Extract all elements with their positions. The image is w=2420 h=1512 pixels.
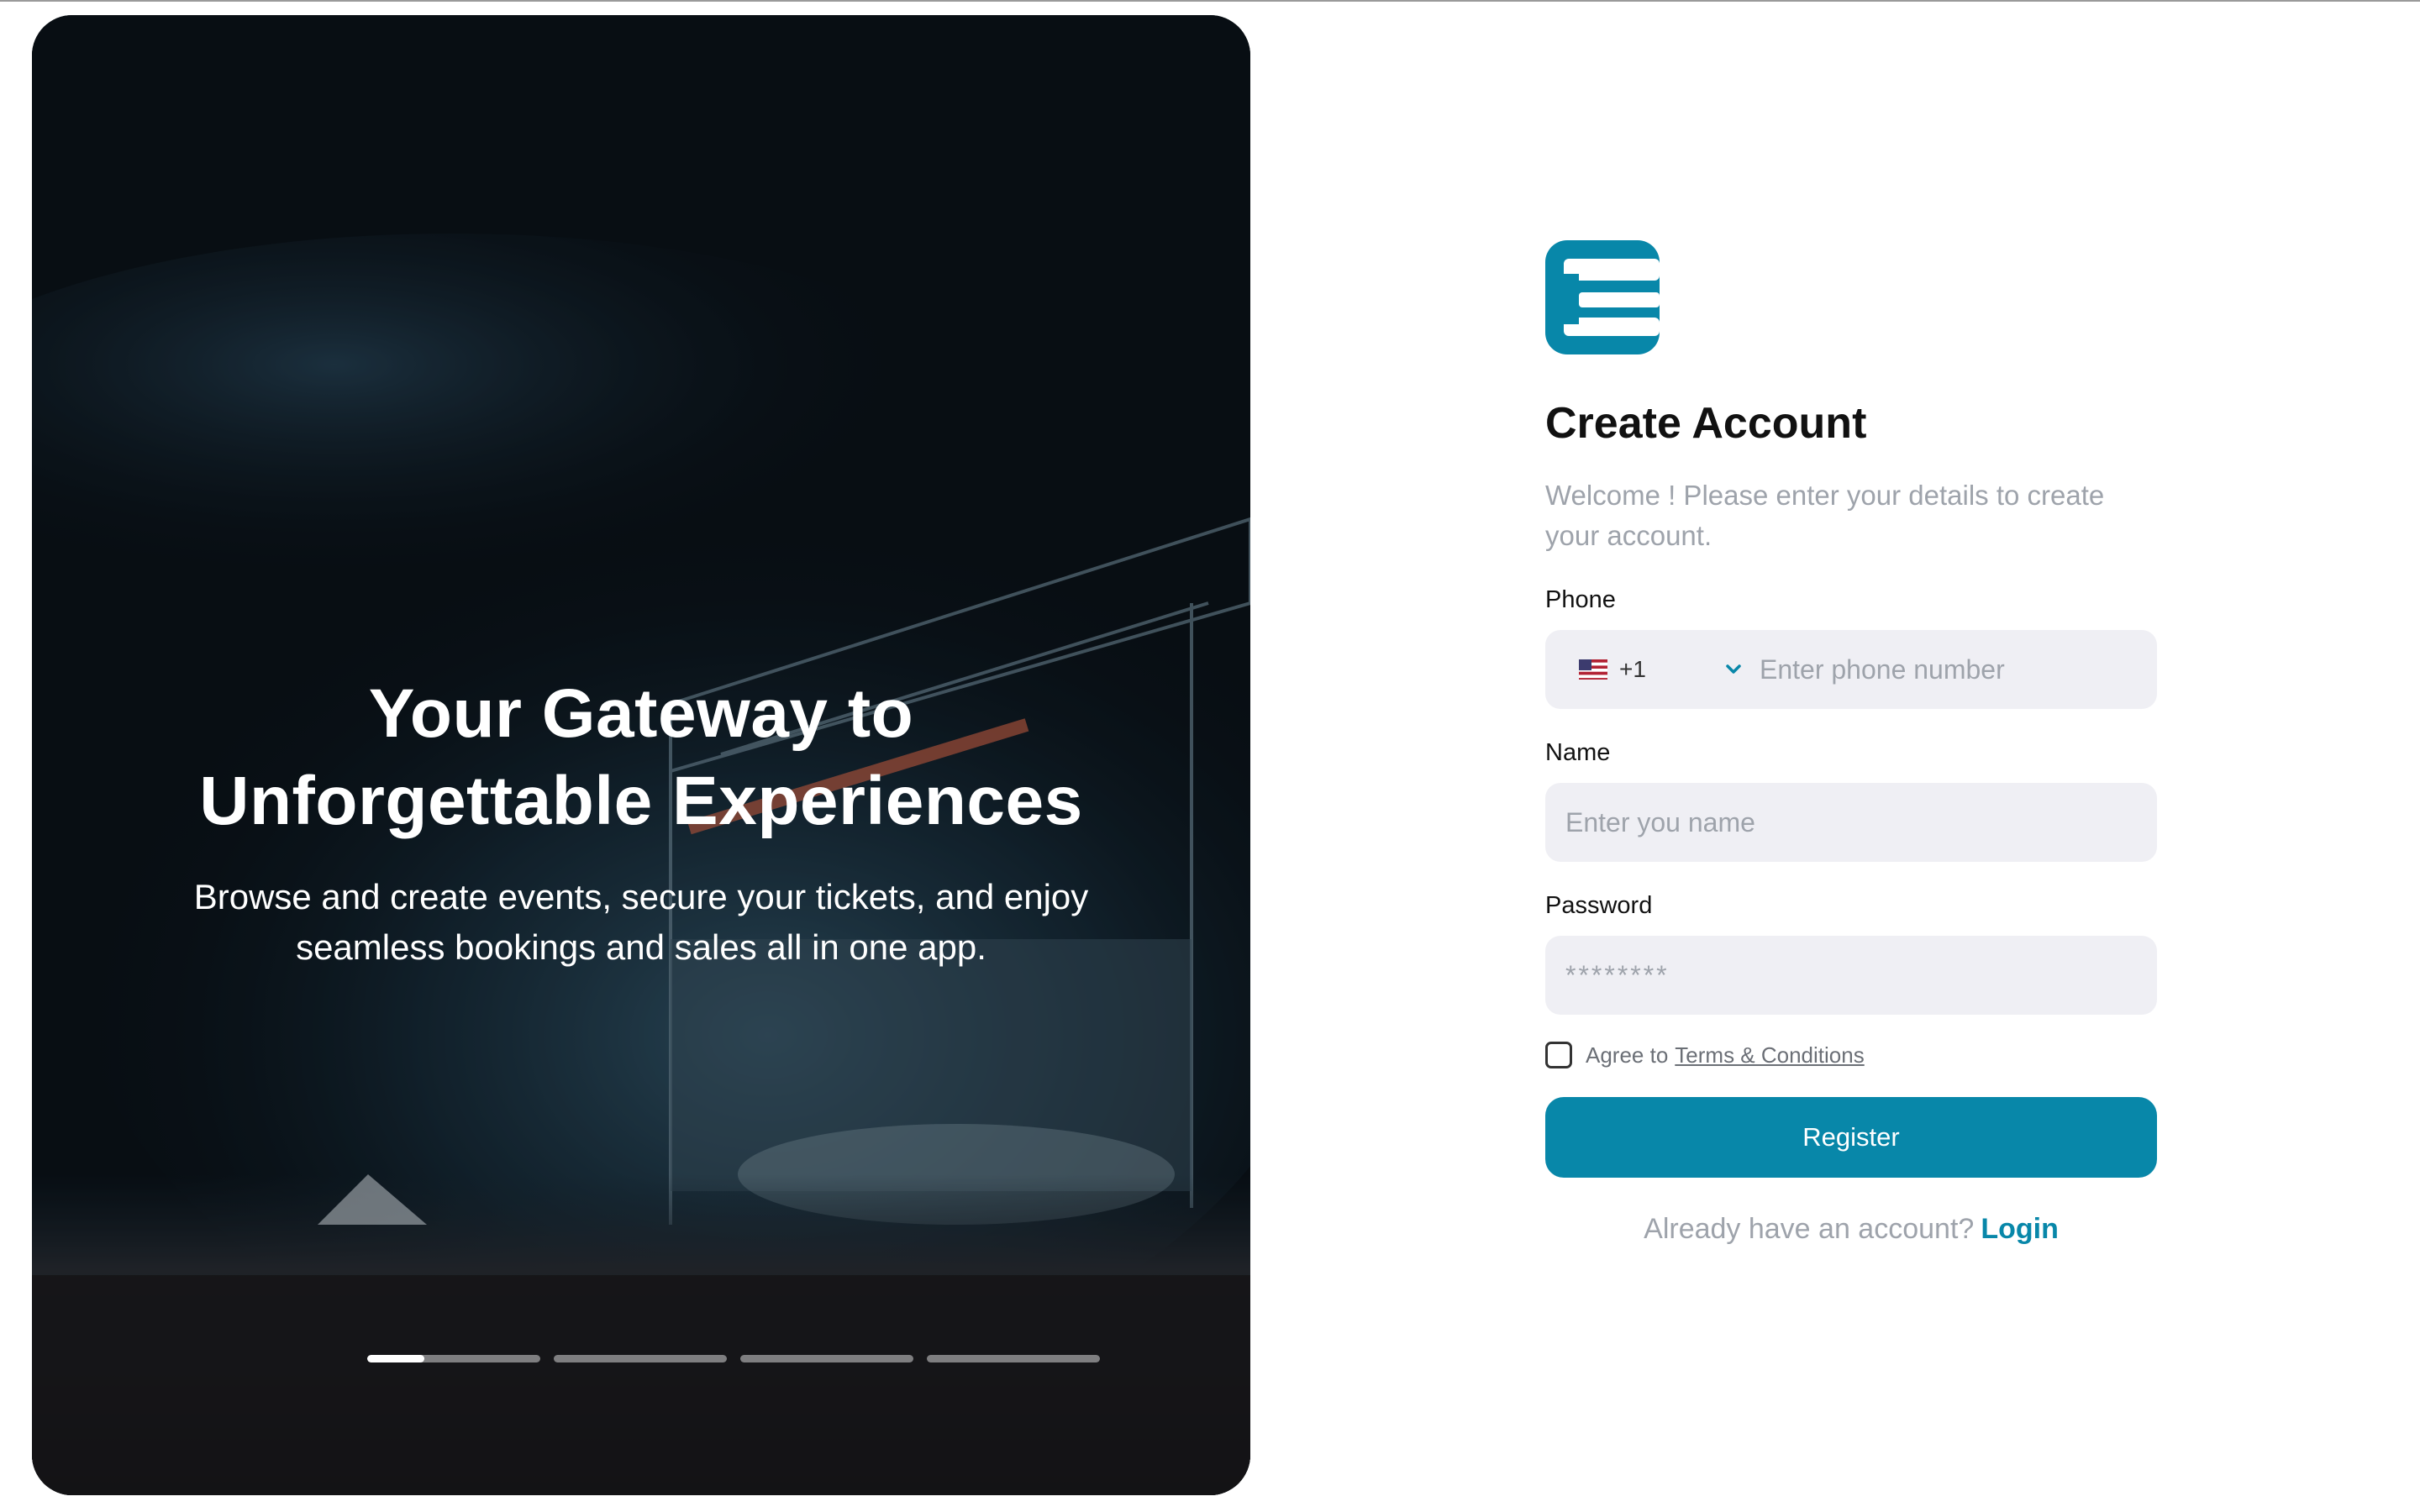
phone-label: Phone bbox=[1545, 586, 1616, 613]
login-link[interactable]: Login bbox=[1981, 1213, 2059, 1245]
hero-panel: Your Gateway to Unforgettable Experience… bbox=[32, 15, 1250, 1495]
password-label: Password bbox=[1545, 892, 1653, 919]
carousel-indicator-2[interactable] bbox=[554, 1355, 727, 1362]
us-flag-icon bbox=[1579, 659, 1607, 680]
register-button[interactable]: Register bbox=[1545, 1097, 2157, 1178]
phone-field: +1 bbox=[1545, 630, 2157, 709]
country-code-select[interactable]: +1 bbox=[1545, 630, 1760, 709]
carousel-indicator-progress bbox=[367, 1355, 424, 1362]
password-field bbox=[1545, 936, 2157, 1015]
top-border bbox=[0, 0, 2420, 2]
chevron-down-icon bbox=[1726, 664, 1741, 674]
carousel-indicator-1[interactable] bbox=[367, 1355, 540, 1362]
agree-text: Agree to bbox=[1586, 1042, 1669, 1068]
hero-title: Your Gateway to Unforgettable Experience… bbox=[32, 670, 1250, 845]
terms-agreement: Agree to Terms & Conditions bbox=[1545, 1042, 2157, 1068]
carousel-indicator-4[interactable] bbox=[927, 1355, 1100, 1362]
register-form: Create Account Welcome ! Please enter yo… bbox=[1545, 240, 2157, 1246]
already-text: Already have an account? bbox=[1644, 1213, 1975, 1245]
name-input[interactable] bbox=[1545, 783, 2157, 862]
brand-logo-icon bbox=[1545, 240, 1660, 354]
carousel-indicator-3[interactable] bbox=[740, 1355, 913, 1362]
country-code: +1 bbox=[1619, 656, 1646, 682]
password-input[interactable] bbox=[1545, 936, 2157, 1015]
carousel-indicators bbox=[367, 1355, 1100, 1362]
welcome-text: Welcome ! Please enter your details to c… bbox=[1545, 480, 2105, 551]
hero-subtitle: Browse and create events, secure your ti… bbox=[193, 877, 1089, 967]
name-field bbox=[1545, 783, 2157, 862]
hero-title-line1: Your Gateway to bbox=[368, 675, 914, 752]
hero-title-line2: Unforgettable Experiences bbox=[199, 763, 1083, 839]
name-label: Name bbox=[1545, 739, 1611, 766]
page-title: Create Account bbox=[1545, 399, 1867, 448]
login-prompt: Already have an account? Login bbox=[1545, 1213, 2157, 1246]
terms-link[interactable]: Terms & Conditions bbox=[1675, 1042, 1864, 1068]
phone-input[interactable] bbox=[1760, 630, 2157, 709]
terms-checkbox[interactable] bbox=[1545, 1042, 1572, 1068]
